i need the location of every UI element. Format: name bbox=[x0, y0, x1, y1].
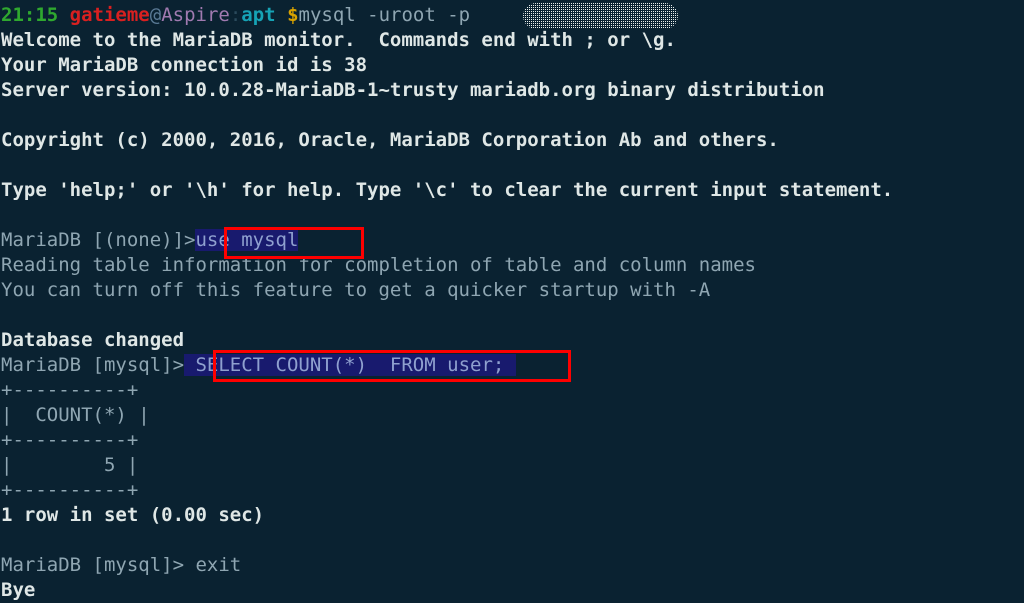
mariadb-prompt-none: MariaDB [(none)]> bbox=[1, 229, 196, 251]
prompt-space2 bbox=[276, 4, 287, 26]
table-border-bottom: +----------+ bbox=[1, 479, 139, 501]
prompt-dollar-sign: $ bbox=[287, 4, 299, 26]
select-count-prompt-line: MariaDB [mysql]> SELECT COUNT(*) FROM us… bbox=[1, 353, 1024, 378]
table-border-top: +----------+ bbox=[1, 379, 139, 401]
help-hint-message: Type 'help;' or '\h' for help. Type '\c'… bbox=[1, 179, 894, 201]
server-version-message: Server version: 10.0.28-MariaDB-1~trusty… bbox=[1, 79, 825, 101]
exit-prompt-line: MariaDB [mysql]> exit bbox=[1, 553, 1024, 578]
selected-command-select-count[interactable]: SELECT COUNT(*) FROM user; bbox=[184, 354, 516, 376]
rows-in-set-message: 1 row in set (0.00 sec) bbox=[1, 504, 265, 526]
shell-prompt-line: 21:15 gatieme@Aspire:apt $mysql -uroot -… bbox=[1, 3, 1024, 28]
terminal-screen: 21:15 gatieme@Aspire:apt $mysql -uroot -… bbox=[0, 0, 1024, 603]
reading-table-info-message: Reading table information for completion… bbox=[1, 254, 756, 276]
table-border-mid: +----------+ bbox=[1, 429, 139, 451]
use-mysql-prompt-line: MariaDB [(none)]>use mysql bbox=[1, 228, 1024, 253]
turn-off-feature-message: You can turn off this feature to get a q… bbox=[1, 279, 711, 301]
terminal-window[interactable]: 21:15 gatieme@Aspire:apt $mysql -uroot -… bbox=[0, 0, 1024, 603]
redacted-password-scribble bbox=[523, 3, 678, 29]
prompt-separator: : bbox=[229, 4, 242, 26]
command-exit: exit bbox=[184, 554, 242, 576]
welcome-message: Welcome to the MariaDB monitor. Commands… bbox=[1, 29, 676, 51]
prompt-time: 21:15 bbox=[1, 4, 59, 26]
prompt-space1 bbox=[58, 4, 69, 26]
bye-message: Bye bbox=[1, 579, 36, 601]
table-value-row: | 5 | bbox=[1, 454, 139, 476]
database-changed-message: Database changed bbox=[1, 329, 185, 351]
copyright-message: Copyright (c) 2000, 2016, Oracle, MariaD… bbox=[1, 129, 779, 151]
mysql-login-command: mysql -uroot -p bbox=[298, 4, 471, 26]
prompt-at-symbol: @ bbox=[149, 4, 162, 26]
selected-command-use-mysql[interactable]: use mysql bbox=[195, 229, 299, 251]
mariadb-prompt-mysql-2: MariaDB [mysql]> bbox=[1, 554, 185, 576]
table-header-row: | COUNT(*) | bbox=[1, 404, 150, 426]
connection-id-message: Your MariaDB connection id is 38 bbox=[1, 54, 368, 76]
mariadb-prompt-mysql-1: MariaDB [mysql]> bbox=[1, 354, 185, 376]
prompt-user: gatieme bbox=[69, 4, 150, 26]
prompt-path: apt bbox=[241, 4, 276, 26]
prompt-host: Aspire bbox=[161, 4, 230, 26]
